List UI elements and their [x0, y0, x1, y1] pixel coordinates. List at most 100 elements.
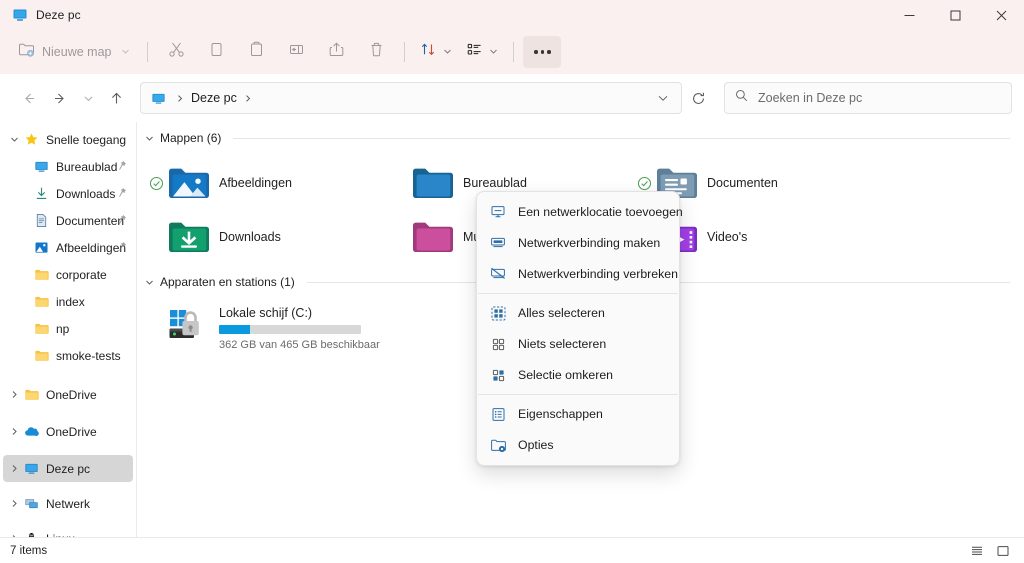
folder-tile-downloads[interactable]: Downloads	[137, 210, 381, 264]
chevron-down-icon[interactable]	[145, 134, 154, 143]
pin-icon[interactable]	[116, 158, 127, 176]
chevron-down-icon[interactable]	[5, 135, 23, 144]
new-folder-button[interactable]: Nieuwe map	[10, 36, 138, 68]
delete-button[interactable]	[357, 36, 395, 68]
menu-item-options[interactable]: Opties	[480, 430, 676, 460]
music-folder-icon	[411, 220, 455, 254]
sidebar-item-index[interactable]: index	[3, 288, 133, 315]
status-bar-view-controls	[966, 541, 1014, 561]
item-count-label: 7 items	[10, 544, 48, 557]
folder-icon	[33, 294, 49, 310]
command-bar-separator-1	[147, 42, 149, 62]
window-title: Deze pc	[36, 8, 81, 22]
forward-button[interactable]	[44, 82, 76, 114]
sidebar-item-onedrive-folder[interactable]: OneDrive	[3, 381, 133, 408]
desktop-icon	[33, 159, 49, 175]
see-more-button[interactable]	[523, 36, 562, 68]
menu-item-map-network-drive[interactable]: Netwerkverbinding maken	[480, 228, 676, 258]
menu-item-label: Alles selecteren	[518, 306, 605, 320]
pin-icon[interactable]	[116, 185, 127, 203]
map-network-drive-icon	[489, 235, 507, 251]
folder-tile-afbeeldingen[interactable]: Afbeeldingen	[137, 156, 381, 210]
drive-usage-fill	[219, 325, 251, 334]
sidebar-item-netwerk[interactable]: Netwerk	[3, 490, 133, 517]
disconnect-network-drive-icon	[489, 266, 507, 282]
see-more-menu: Een netwerklocatie toevoegen Netwerkverb…	[476, 191, 683, 466]
pin-icon[interactable]	[116, 212, 127, 230]
share-button[interactable]	[317, 36, 355, 68]
minimize-button[interactable]	[886, 0, 932, 30]
recent-locations-button[interactable]	[76, 82, 100, 114]
address-bar[interactable]: Deze pc	[140, 82, 682, 114]
select-none-icon	[489, 336, 507, 352]
drive-usage-bar	[219, 325, 361, 334]
search-icon	[735, 89, 748, 107]
sidebar-item-deze-pc[interactable]: Deze pc	[3, 455, 133, 482]
chevron-right-icon[interactable]	[5, 390, 23, 399]
refresh-button[interactable]	[682, 82, 714, 114]
folder-tile-label: Bureaublad	[463, 176, 527, 190]
menu-item-label: Netwerkverbinding verbreken	[518, 267, 678, 281]
group-header-mappen[interactable]: Mappen (6)	[137, 126, 1024, 150]
sort-icon	[420, 41, 437, 63]
command-bar-separator-2	[404, 42, 406, 62]
new-folder-label: Nieuwe map	[42, 45, 112, 59]
folder-tile-label: Video's	[707, 230, 748, 244]
breadcrumb-item-this-pc[interactable]: Deze pc	[187, 89, 241, 107]
chevron-right-icon[interactable]	[5, 534, 23, 537]
copy-icon	[208, 41, 225, 63]
up-button[interactable]	[100, 82, 132, 114]
sidebar-item-bureaublad[interactable]: Bureaublad	[3, 153, 133, 180]
copy-button[interactable]	[197, 36, 235, 68]
sort-button[interactable]	[414, 36, 458, 68]
sidebar-item-downloads[interactable]: Downloads	[3, 180, 133, 207]
sidebar-item-documenten[interactable]: Documenten	[3, 207, 133, 234]
chevron-right-icon[interactable]	[5, 499, 23, 508]
back-button[interactable]	[12, 82, 44, 114]
sidebar-item-corporate[interactable]: corporate	[3, 261, 133, 288]
chevron-right-icon[interactable]	[5, 464, 23, 473]
invert-selection-icon	[489, 367, 507, 383]
sidebar-item-smoke-tests[interactable]: smoke-tests	[3, 342, 133, 369]
breadcrumb-separator	[173, 94, 187, 103]
close-button[interactable]	[978, 0, 1024, 30]
menu-item-invert-selection[interactable]: Selectie omkeren	[480, 360, 676, 390]
menu-item-disconnect-network-drive[interactable]: Netwerkverbinding verbreken	[480, 259, 678, 289]
previous-locations-button[interactable]	[649, 84, 677, 112]
cut-button[interactable]	[157, 36, 195, 68]
search-placeholder: Zoeken in Deze pc	[758, 91, 863, 105]
large-icons-view-button[interactable]	[992, 541, 1014, 561]
add-network-location-icon	[489, 204, 507, 220]
menu-item-select-all[interactable]: Alles selecteren	[480, 298, 676, 328]
drive-tile-local-disk-c[interactable]: Lokale schijf (C:) 362 GB van 465 GB bes…	[137, 300, 397, 360]
chevron-right-icon[interactable]	[5, 427, 23, 436]
details-view-button[interactable]	[966, 541, 988, 561]
menu-item-properties[interactable]: Eigenschappen	[480, 399, 676, 429]
window-controls	[886, 0, 1024, 30]
sidebar-item-label: OneDrive	[46, 387, 97, 402]
paste-button[interactable]	[237, 36, 275, 68]
title-bar-left: Deze pc	[0, 7, 81, 23]
view-button[interactable]	[460, 36, 504, 68]
search-box[interactable]: Zoeken in Deze pc	[724, 82, 1012, 114]
documents-icon	[33, 213, 49, 229]
sidebar-item-label: OneDrive	[46, 424, 97, 439]
menu-item-add-network-location[interactable]: Een netwerklocatie toevoegen	[480, 197, 683, 227]
chevron-down-icon[interactable]	[145, 278, 154, 287]
menu-item-label: Opties	[518, 438, 554, 452]
sidebar-item-linux[interactable]: Linux	[3, 525, 133, 537]
sidebar-item-label: Downloads	[56, 186, 116, 201]
sidebar-item-snelle-toegang[interactable]: Snelle toegang	[3, 126, 133, 153]
sidebar-item-label: Documenten	[56, 213, 125, 228]
sidebar-item-afbeeldingen[interactable]: Afbeeldingen	[3, 234, 133, 261]
rename-button[interactable]	[277, 36, 315, 68]
desktop-folder-icon	[411, 166, 455, 200]
sidebar-item-onedrive-cloud[interactable]: OneDrive	[3, 418, 133, 445]
menu-item-select-none[interactable]: Niets selecteren	[480, 329, 676, 359]
sidebar-item-np[interactable]: np	[3, 315, 133, 342]
pin-icon[interactable]	[116, 239, 127, 257]
ellipsis-icon	[534, 50, 551, 54]
maximize-button[interactable]	[932, 0, 978, 30]
navigation-bar: Deze pc Zoeken in Deze pc	[0, 74, 1024, 122]
